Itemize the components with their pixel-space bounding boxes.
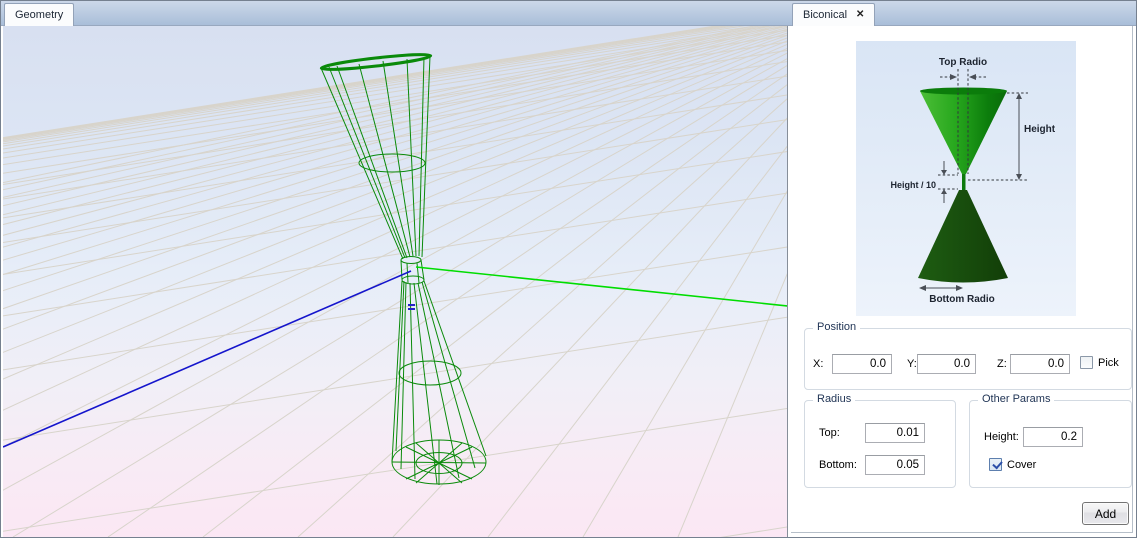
add-button[interactable]: Add — [1082, 502, 1129, 525]
cover-checkbox-label[interactable]: Cover — [1007, 459, 1036, 471]
axis-x-blue — [3, 271, 411, 447]
radius-top-input[interactable] — [865, 423, 925, 443]
tab-strip: Geometry Biconical ✕ — [1, 1, 1136, 26]
position-group: Position X: Y: Z: Pick — [804, 328, 1132, 390]
radius-group: Radius Top: Bottom: — [804, 400, 956, 488]
y-label: Y: — [907, 358, 917, 370]
application-window: Geometry Biconical ✕ — [0, 0, 1137, 538]
perspective-grid — [3, 26, 788, 537]
tab-biconical[interactable]: Biconical ✕ — [792, 3, 875, 26]
schematic-top-cone-cap — [920, 88, 1007, 95]
position-group-title: Position — [813, 321, 860, 333]
pick-checkbox[interactable] — [1080, 356, 1093, 369]
tab-close-icon[interactable]: ✕ — [856, 10, 864, 20]
schematic-neck — [962, 174, 966, 190]
height-label: Height: — [984, 431, 1019, 443]
other-params-group-title: Other Params — [978, 393, 1054, 405]
radius-bottom-input[interactable] — [865, 455, 925, 475]
z-input[interactable] — [1010, 354, 1070, 374]
schematic-label-height: Height — [1024, 124, 1056, 135]
pick-checkbox-label[interactable]: Pick — [1098, 357, 1119, 369]
schematic-label-height-10: Height / 10 — [890, 180, 936, 190]
radius-group-title: Radius — [813, 393, 855, 405]
height-input[interactable] — [1023, 427, 1083, 447]
schematic-label-top-radius: Top Radio — [939, 57, 987, 68]
biconical-panel: Top Radio Height Height / 10 Bottom Radi… — [791, 26, 1133, 533]
cover-checkbox[interactable] — [989, 458, 1002, 471]
radius-top-label: Top: — [819, 427, 840, 439]
x-input[interactable] — [832, 354, 892, 374]
biconical-schematic-image: Top Radio Height Height / 10 Bottom Radi… — [856, 41, 1076, 316]
radius-bottom-label: Bottom: — [819, 459, 857, 471]
z-label: Z: — [997, 358, 1007, 370]
geometry-3d-viewport[interactable] — [3, 26, 788, 537]
axis-y-green — [416, 267, 788, 306]
tab-biconical-label: Biconical — [803, 9, 847, 21]
tab-geometry[interactable]: Geometry — [4, 3, 74, 26]
schematic-label-bottom-radius: Bottom Radio — [929, 294, 995, 305]
x-label: X: — [813, 358, 823, 370]
tab-geometry-label: Geometry — [15, 9, 63, 21]
other-params-group: Other Params Height: Cover — [969, 400, 1132, 488]
y-input[interactable] — [917, 354, 976, 374]
axis-origin-marker — [408, 304, 415, 310]
